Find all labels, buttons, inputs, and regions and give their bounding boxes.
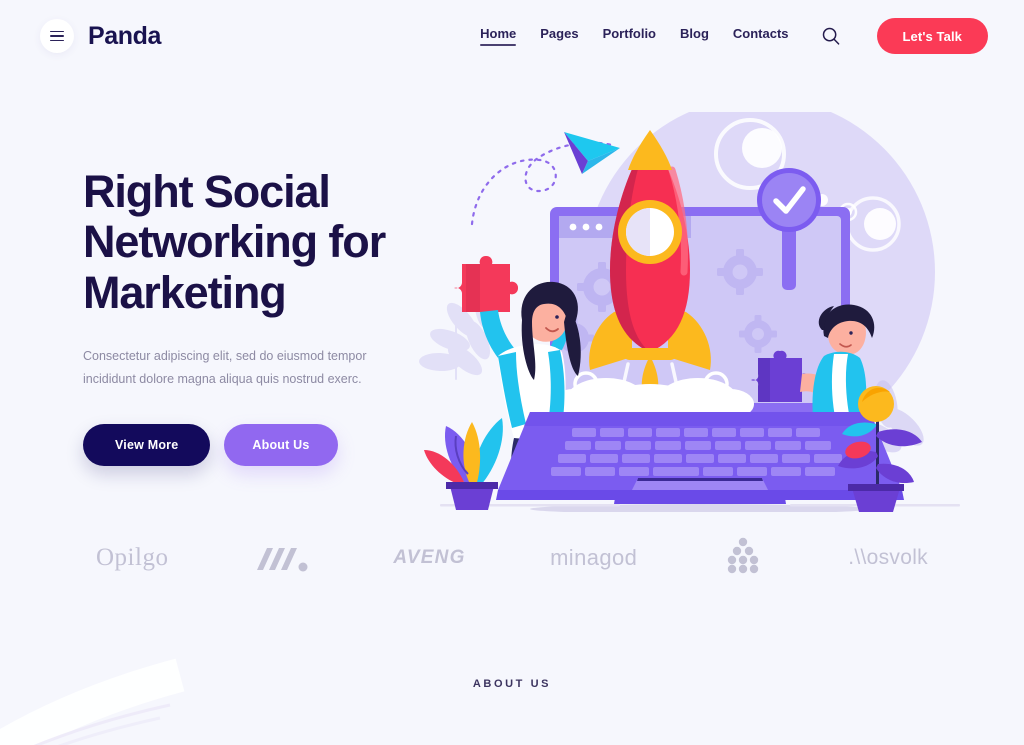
brand-name: Panda <box>88 21 162 50</box>
hero-subtitle: Consectetur adipiscing elit, sed do eius… <box>83 349 367 387</box>
about-us-button[interactable]: About Us <box>224 424 338 467</box>
hamburger-bar <box>50 30 64 33</box>
nav-item-contacts[interactable]: Contacts <box>733 26 789 46</box>
hero-copy: Right Social Networking for Marketing Co… <box>0 166 420 467</box>
lets-talk-button[interactable]: Let's Talk <box>876 18 988 54</box>
hamburger-bar <box>50 39 64 42</box>
brand-logos-strip: Opilgo AVENG minagod .\\osvolk <box>0 510 1024 606</box>
about-us-section: ABOUT US <box>0 606 1024 690</box>
main-navigation: Home Pages Portfolio Blog Contacts <box>480 26 789 46</box>
hero-section: Right Social Networking for Marketing Co… <box>0 72 1024 512</box>
view-more-button[interactable]: View More <box>83 424 211 467</box>
nav-item-pages[interactable]: Pages <box>540 26 578 46</box>
brand-logo-aveng[interactable]: AVENG <box>393 536 465 580</box>
startup-launch-illustration <box>410 112 1024 512</box>
nav-item-home[interactable]: Home <box>480 26 517 46</box>
brand-logo-m-monogram[interactable] <box>253 536 309 580</box>
paper-plane-icon <box>564 132 620 174</box>
hamburger-menu-icon[interactable] <box>40 19 74 53</box>
site-header: Panda Home Pages Portfolio Blog Contacts… <box>0 0 1024 72</box>
potted-plant-left <box>424 418 503 510</box>
brand-logo-mosvolk[interactable]: .\\osvolk <box>848 536 928 580</box>
search-icon[interactable] <box>819 24 843 48</box>
laptop-base <box>496 412 904 504</box>
hamburger-bar <box>50 35 64 37</box>
purple-puzzle-piece <box>751 350 810 402</box>
brand-logo-minagod[interactable]: minagod <box>550 536 637 580</box>
page-title: Right Social Networking for Marketing <box>83 166 386 318</box>
brand-logo-group[interactable]: Panda <box>40 19 161 53</box>
nav-item-portfolio[interactable]: Portfolio <box>603 26 656 46</box>
about-us-label: ABOUT US <box>472 678 552 690</box>
brand-logo-opilgo[interactable]: Opilgo <box>96 536 168 580</box>
brand-logo-dots-pyramid[interactable] <box>722 536 764 580</box>
hero-action-buttons: View More About Us <box>83 424 420 467</box>
red-puzzle-piece <box>454 255 519 312</box>
nav-item-blog[interactable]: Blog <box>680 26 709 46</box>
header-right-group: Home Pages Portfolio Blog Contacts Let's… <box>480 18 988 54</box>
